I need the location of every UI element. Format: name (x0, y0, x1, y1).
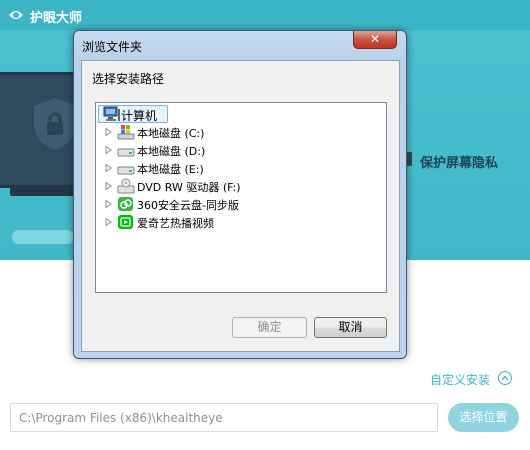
app-title: 护眼大师 (30, 11, 83, 26)
dialog-prompt: 选择安装路径 (92, 72, 165, 86)
tree-node-label: 360安全云盘-同步版 (137, 199, 239, 212)
chevron-up-icon[interactable] (498, 371, 512, 385)
browse-folder-dialog: 浏览文件夹 ✕ 选择安装路径 计算机 本地磁盘 (C:) 本地磁盘 (D:) 本… (73, 30, 407, 359)
expand-arrow-icon[interactable] (105, 182, 112, 190)
install-path-input[interactable] (10, 403, 438, 432)
cloud-drive-icon (118, 197, 133, 211)
cancel-button[interactable]: 取消 (314, 317, 387, 338)
choose-location-button[interactable]: 选择位置 (448, 403, 519, 432)
title-bar: 护眼大师 (0, 0, 530, 30)
expand-arrow-icon[interactable] (105, 200, 112, 208)
expand-arrow-icon[interactable] (105, 128, 112, 136)
expand-arrow-icon[interactable] (105, 164, 112, 172)
tree-node-label: 本地磁盘 (E:) (137, 163, 204, 176)
dialog-title: 浏览文件夹 (82, 40, 143, 54)
custom-install-link[interactable]: 自定义安装 (430, 371, 490, 388)
monitor-stand (10, 187, 82, 196)
tree-node-label: 爱奇艺热播视频 (137, 217, 214, 230)
hard-drive-icon (117, 166, 135, 175)
tree-node-label: DVD RW 驱动器 (F:) (137, 181, 241, 194)
windows-drive-icon (117, 125, 135, 140)
hard-drive-icon (117, 148, 135, 157)
dialog-body: 选择安装路径 计算机 本地磁盘 (C:) 本地磁盘 (D:) 本地磁盘 (E:)… (81, 60, 400, 352)
folder-tree[interactable]: 计算机 本地磁盘 (C:) 本地磁盘 (D:) 本地磁盘 (E:) DVD RW… (95, 102, 387, 293)
tree-node-label: 本地磁盘 (D:) (137, 145, 206, 158)
hero-decoration (12, 230, 74, 244)
expand-arrow-icon[interactable] (105, 146, 112, 154)
iqiyi-icon (118, 215, 133, 229)
tree-node-label: 计算机 (121, 109, 158, 123)
expand-arrow-icon[interactable] (105, 218, 112, 226)
ok-button[interactable]: 确定 (232, 317, 307, 338)
computer-icon (103, 106, 120, 121)
eye-logo-icon (9, 11, 23, 19)
tree-node-computer[interactable]: 计算机 (98, 105, 168, 123)
dvd-drive-icon (117, 178, 135, 194)
tagline: 保护屏幕隐私 (420, 156, 499, 171)
close-button[interactable]: ✕ (353, 31, 397, 49)
tree-node-label: 本地磁盘 (C:) (137, 127, 205, 140)
